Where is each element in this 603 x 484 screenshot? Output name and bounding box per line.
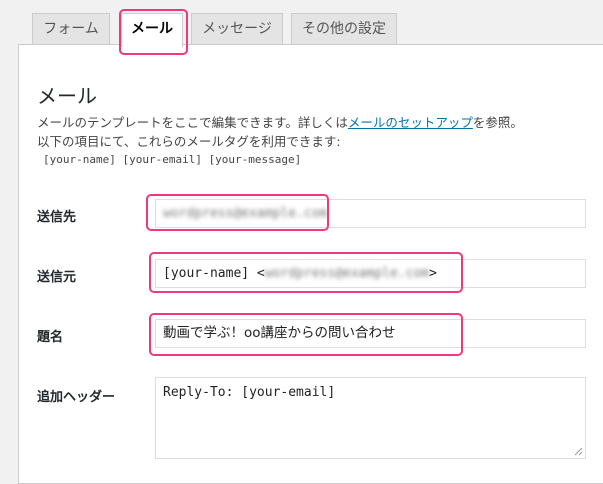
section-description: メールのテンプレートをここで編集できます。詳しくはメールのセットアップを参照。 …: [37, 113, 523, 151]
from-email-blurred: wordpress@example.com: [264, 266, 430, 281]
headers-value: Reply-To: [your-email]: [163, 385, 336, 400]
subject-value: 動画で学ぶ！oo講座からの問い合わせ: [163, 325, 396, 341]
subject-label: 題名: [37, 330, 64, 345]
tab-bar: フォーム メール メッセージ その他の設定: [0, 0, 603, 47]
tab-form[interactable]: フォーム: [32, 13, 110, 44]
mail-tags: [your-name] [your-email] [your-message]: [43, 153, 302, 166]
mail-setup-link[interactable]: メールのセットアップ: [348, 115, 473, 130]
from-field[interactable]: [your-name] <wordpress@example.com>: [155, 259, 586, 288]
description-line2: 以下の項目にて、これらのメールタグを利用できます:: [37, 134, 341, 149]
from-label: 送信元: [37, 270, 77, 285]
additional-headers-textarea[interactable]: Reply-To: [your-email]: [155, 377, 586, 459]
description-text: メールのテンプレートをここで編集できます。詳しくは: [37, 115, 348, 130]
from-suffix: >: [429, 266, 437, 281]
to-field[interactable]: wordpress@example.com: [155, 199, 586, 228]
subject-field[interactable]: 動画で学ぶ！oo講座からの問い合わせ: [155, 319, 586, 348]
section-title: メール: [37, 84, 97, 108]
headers-label: 追加ヘッダー: [37, 390, 116, 405]
to-label: 送信先: [37, 210, 77, 225]
to-value-blurred: wordpress@example.com: [163, 206, 328, 221]
tab-messages[interactable]: メッセージ: [191, 13, 283, 44]
from-prefix: [your-name] <: [163, 266, 265, 281]
tab-additional-settings[interactable]: その他の設定: [291, 13, 397, 44]
tab-mail[interactable]: メール: [121, 13, 183, 47]
description-suffix: を参照。: [472, 115, 523, 130]
resize-grip-icon[interactable]: [574, 447, 583, 456]
